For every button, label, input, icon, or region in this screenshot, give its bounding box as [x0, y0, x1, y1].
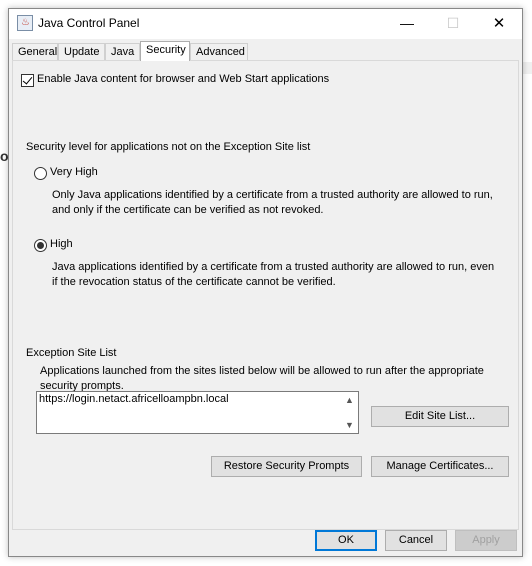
- tab-advanced[interactable]: Advanced: [190, 43, 248, 60]
- tab-update[interactable]: Update: [58, 43, 105, 60]
- high-label: High: [50, 238, 73, 250]
- high-desc-line2: if the revocation status of the certific…: [52, 276, 336, 288]
- restore-security-prompts-button[interactable]: Restore Security Prompts: [211, 456, 362, 477]
- java-app-icon: ♨: [17, 15, 33, 31]
- high-desc-line1: Java applications identified by a certif…: [52, 261, 495, 273]
- enable-java-label: Enable Java content for browser and Web …: [37, 73, 330, 85]
- maximize-button[interactable]: ☐: [430, 9, 476, 39]
- apply-button[interactable]: Apply: [455, 530, 517, 551]
- high-description: Java applications identified by a certif…: [52, 260, 494, 290]
- very-high-description: Only Java applications identified by a c…: [52, 188, 493, 218]
- edit-site-list-button[interactable]: Edit Site List...: [371, 406, 509, 427]
- security-level-heading: Security level for applications not on t…: [26, 141, 311, 153]
- site-list-entry[interactable]: https://login.netact.africelloampbn.loca…: [39, 393, 229, 405]
- title-bar: ♨ Java Control Panel — ☐ ✕: [9, 9, 522, 39]
- very-high-desc-line2: and only if the certificate can be verif…: [52, 204, 324, 216]
- exception-site-heading: Exception Site List: [26, 347, 117, 359]
- cancel-button[interactable]: Cancel: [385, 530, 447, 551]
- exception-site-list[interactable]: https://login.netact.africelloampbn.loca…: [36, 391, 359, 434]
- scroll-down-icon[interactable]: ▼: [345, 420, 354, 430]
- background-window-strip: [523, 62, 532, 74]
- java-control-panel-window: ♨ Java Control Panel — ☐ ✕ General Updat…: [8, 8, 523, 557]
- background-window-fragment: o: [0, 148, 9, 164]
- window-title: Java Control Panel: [38, 16, 140, 30]
- very-high-desc-line1: Only Java applications identified by a c…: [52, 189, 493, 201]
- tab-java[interactable]: Java: [105, 43, 140, 60]
- minimize-button[interactable]: —: [384, 9, 430, 39]
- tab-general[interactable]: General: [12, 43, 58, 60]
- manage-certificates-button[interactable]: Manage Certificates...: [371, 456, 509, 477]
- exception-site-description: Applications launched from the sites lis…: [40, 364, 484, 394]
- tab-security[interactable]: Security: [140, 41, 190, 61]
- very-high-radio[interactable]: [34, 167, 47, 180]
- close-button[interactable]: ✕: [476, 9, 522, 39]
- very-high-label: Very High: [50, 166, 98, 178]
- site-list-scrollbar[interactable]: ▲ ▼: [341, 392, 358, 433]
- scroll-up-icon[interactable]: ▲: [345, 395, 354, 405]
- enable-java-checkbox[interactable]: [21, 74, 34, 87]
- high-radio[interactable]: [34, 239, 47, 252]
- ok-button[interactable]: OK: [315, 530, 377, 551]
- exception-desc-line1: Applications launched from the sites lis…: [40, 365, 484, 377]
